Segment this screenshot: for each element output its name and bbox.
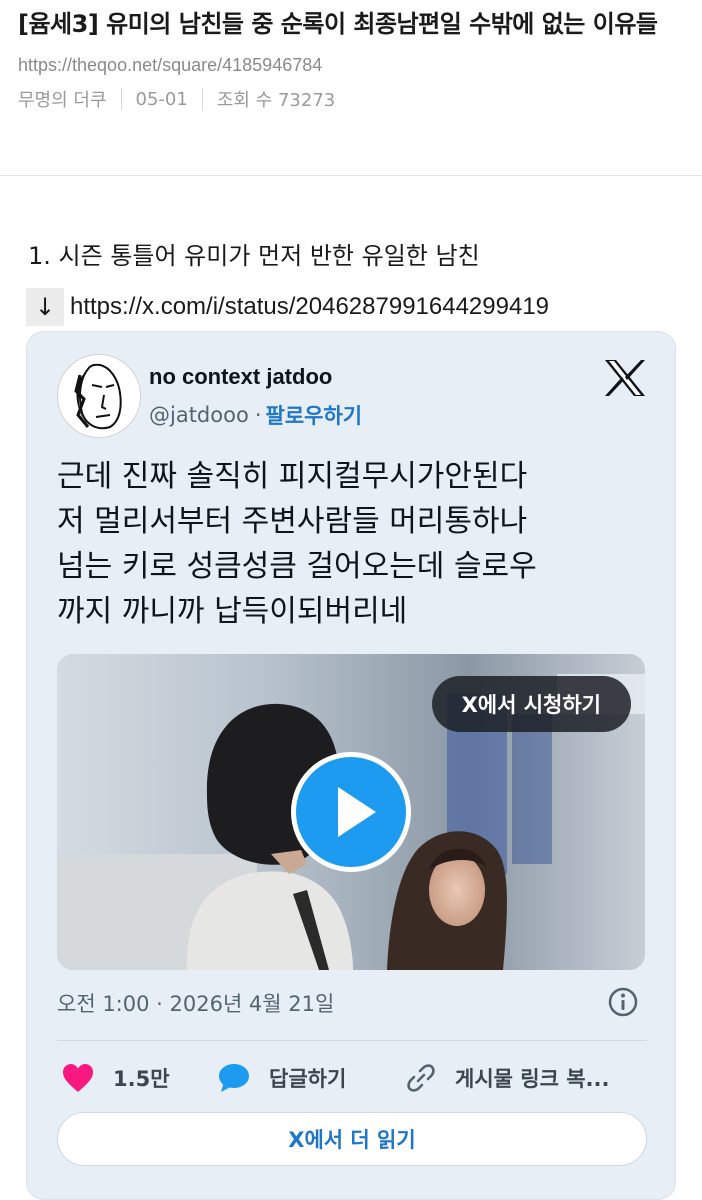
reply-button[interactable]: 답글하기 [217,1058,346,1098]
tweet-text: 근데 진짜 솔직히 피지컬무시가안된다 저 멀리서부터 주변사람들 머리통하나 … [57,454,657,634]
post-header: [윰세3] 유미의 남친들 중 순록이 최종남편일 수밖에 없는 이유들 htt… [18,8,688,112]
down-arrow-icon: ↓ [26,288,64,326]
header-divider [0,175,702,176]
tweet-text-line: 저 멀리서부터 주변사람들 머리통하나 [57,504,528,539]
post-title[interactable]: [윰세3] 유미의 남친들 중 순록이 최종남편일 수밖에 없는 이유들 [18,8,688,41]
tweet-embed-card[interactable]: no context jatdoo @jatdooo · 팔로우하기 근데 진짜… [26,331,676,1200]
meta-separator [201,88,203,110]
tweet-text-line: 근데 진짜 솔직히 피지컬무시가안된다 [57,459,528,494]
like-button[interactable]: 1.5만 [61,1058,170,1098]
tweet-display-name[interactable]: no context jatdoo [149,364,332,390]
video-thumbnail[interactable]: X에서 시청하기 [57,654,645,970]
tweet-actions: 1.5만 답글하기 게시물 링크 복... [57,1058,647,1098]
post-views: 조회 수 73273 [216,90,336,111]
link-icon [407,1064,435,1092]
heart-icon [63,1064,93,1092]
tweet-text-line: 까지 까니까 납득이되버리네 [57,594,408,629]
post-url[interactable]: https://theqoo.net/square/4185946784 [18,55,688,76]
reply-label: 답글하기 [269,1067,347,1091]
info-icon[interactable] [607,986,639,1018]
copy-link-button[interactable]: 게시물 링크 복... [405,1058,609,1098]
tweet-text-line: 넘는 키로 성큼성큼 걸어오는데 슬로우 [57,549,537,584]
x-logo-icon[interactable] [603,358,647,398]
status-link[interactable]: https://x.com/i/status/20462879916442994… [70,293,549,321]
avatar[interactable] [57,354,141,438]
post-author: 무명의 더쿠 [18,90,107,111]
section-heading: 1. 시즌 통틀어 유미가 먼저 반한 유일한 남친 [28,242,480,270]
handle-dot: · [254,403,262,427]
read-more-on-x-button[interactable]: X에서 더 읽기 [57,1112,647,1166]
reply-bubble-icon [219,1064,249,1092]
card-divider [57,1040,647,1041]
play-icon [338,787,376,837]
post-meta: 무명의 더쿠 05-01 조회 수 73273 [18,86,688,112]
watch-on-x-button[interactable]: X에서 시청하기 [431,676,631,732]
meta-separator [120,88,122,110]
follow-button[interactable]: 팔로우하기 [266,400,363,430]
tweet-handle-row: @jatdooo · 팔로우하기 [149,400,362,430]
play-button[interactable] [291,752,411,872]
tweet-handle[interactable]: @jatdooo [149,403,249,427]
post-date: 05-01 [135,88,188,110]
tweet-timestamp[interactable]: 오전 1:00 · 2026년 4월 21일 [57,988,334,1018]
like-count: 1.5만 [113,1067,170,1091]
copy-link-label: 게시물 링크 복... [455,1067,610,1091]
status-link-line: ↓ https://x.com/i/status/204628799164429… [26,288,549,326]
